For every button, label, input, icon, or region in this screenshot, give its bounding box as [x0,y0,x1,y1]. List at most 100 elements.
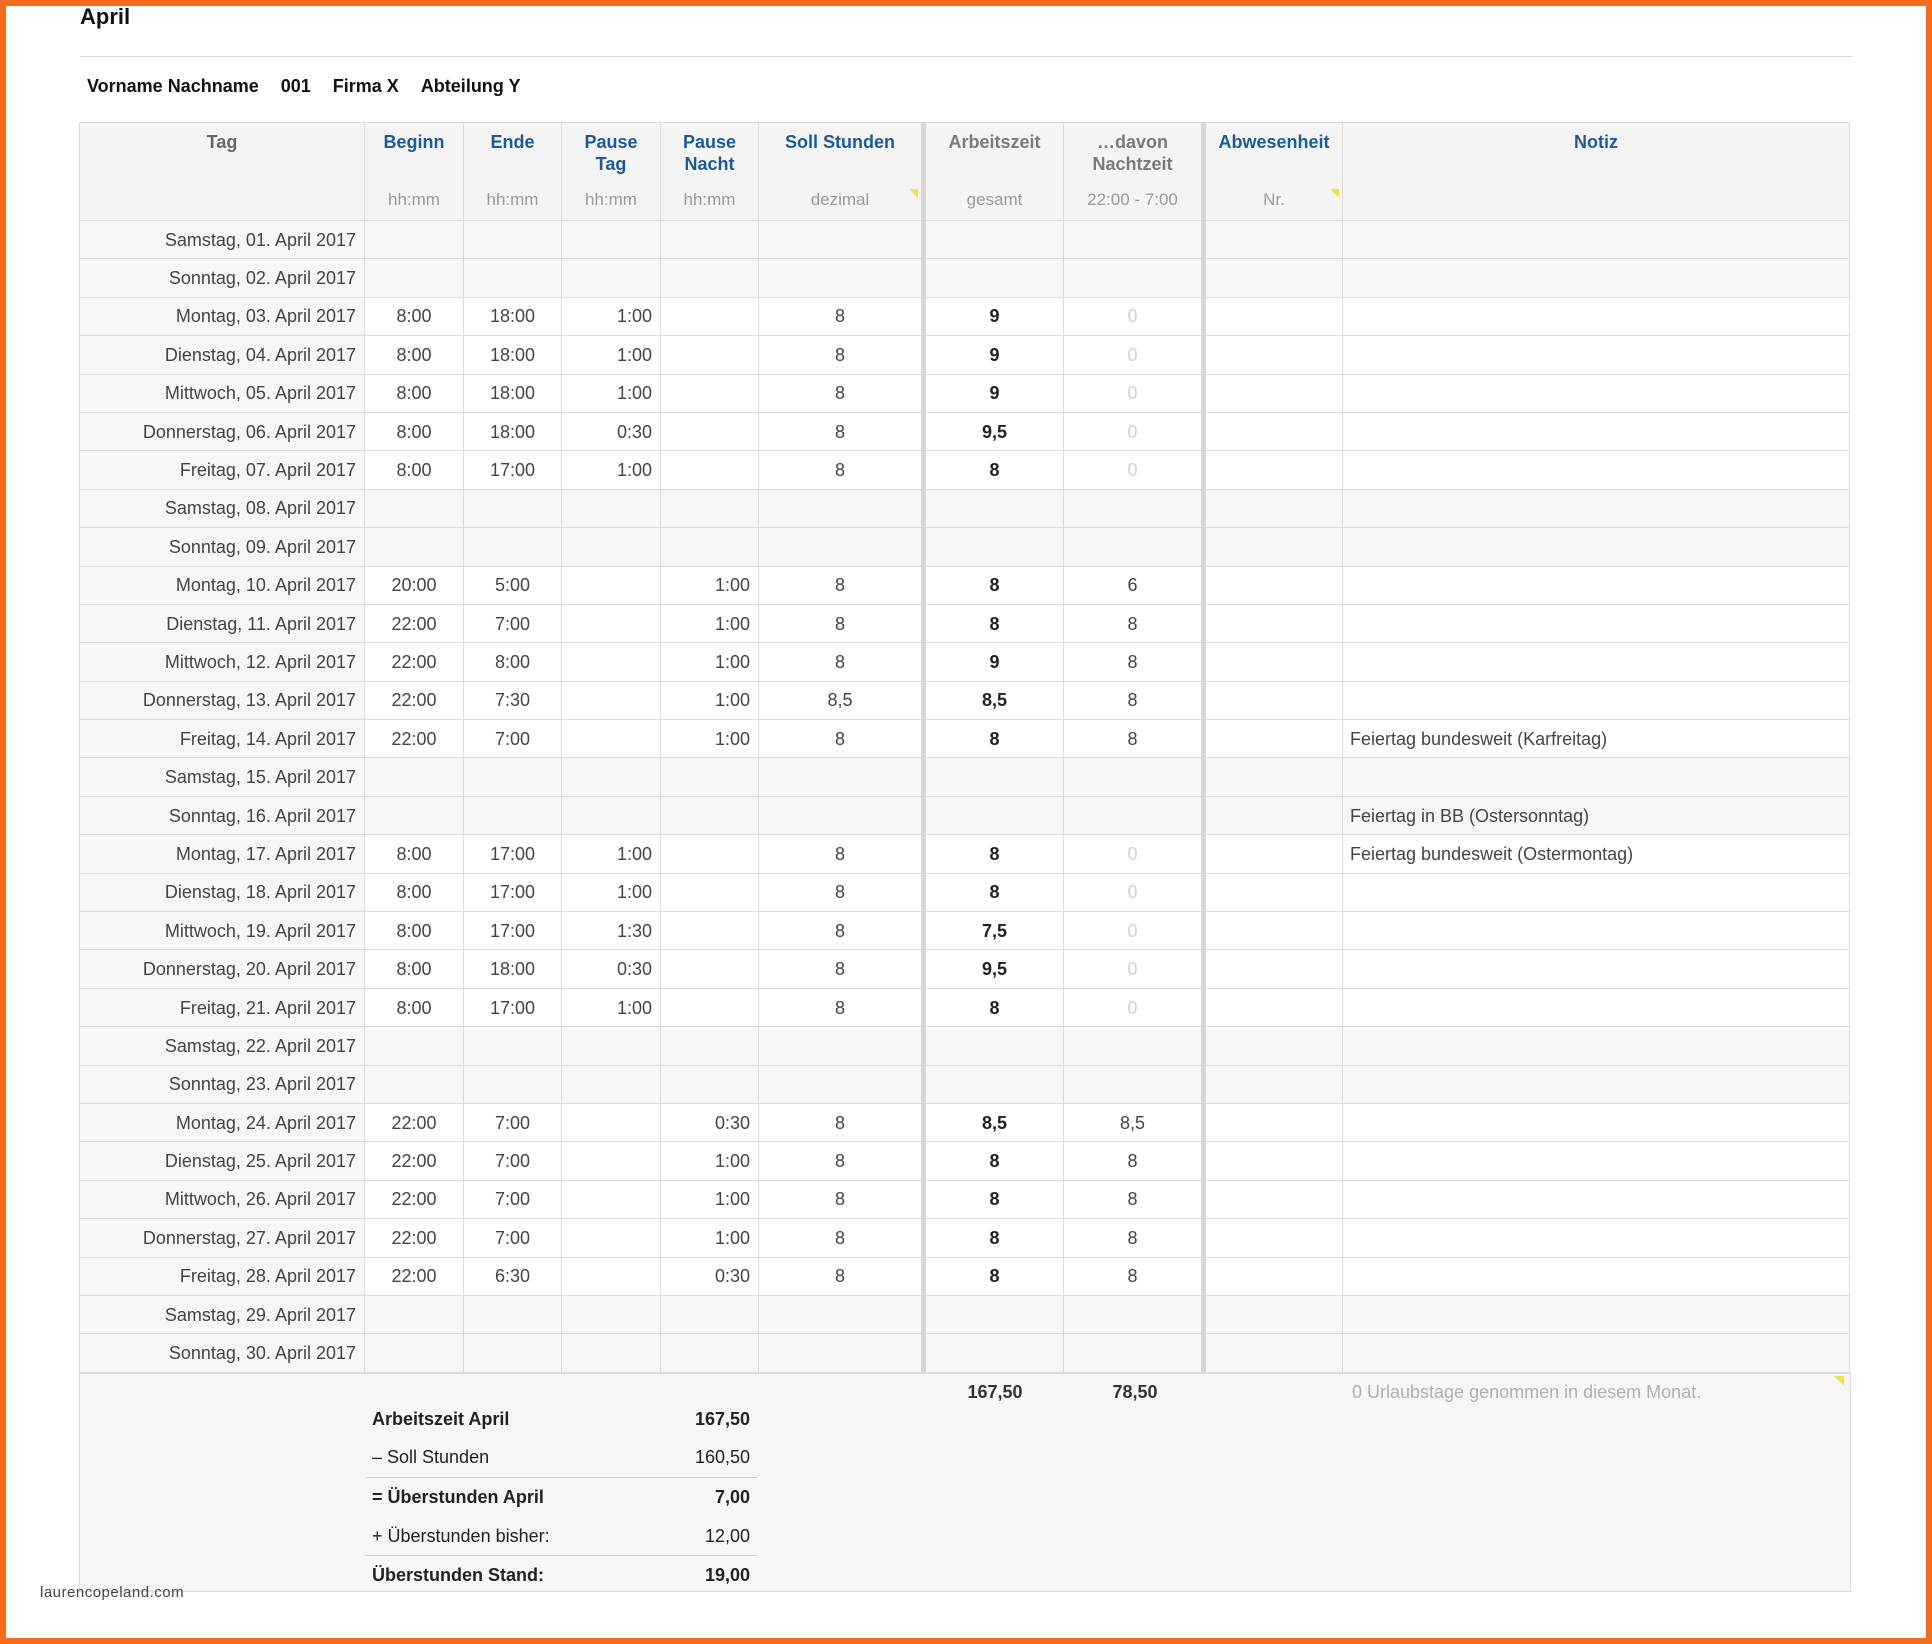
note-cell[interactable] [1342,1102,1850,1143]
pause-night-cell[interactable] [660,1294,759,1335]
day-cell[interactable]: Dienstag, 25. April 2017 [79,1141,365,1181]
end-cell[interactable]: 7:00 [463,1102,562,1143]
note-cell[interactable] [1342,949,1850,989]
target-hours-cell[interactable]: 8 [758,1141,924,1181]
absence-cell[interactable] [1201,1218,1343,1258]
absence-cell[interactable] [1201,834,1343,874]
pause-day-cell[interactable] [561,1064,661,1104]
absence-cell[interactable] [1201,450,1343,490]
target-hours-cell[interactable] [758,795,924,836]
end-cell[interactable] [463,1294,562,1335]
pause-night-cell[interactable] [660,335,759,375]
night-time-cell[interactable]: 0 [1063,335,1204,375]
note-cell[interactable]: Feiertag in BB (Ostersonntag) [1342,795,1850,836]
pause-day-cell[interactable] [561,1294,661,1335]
pause-night-cell[interactable] [660,373,759,413]
work-time-cell[interactable] [921,1064,1064,1104]
pause-night-cell[interactable] [660,296,759,337]
day-cell[interactable]: Dienstag, 18. April 2017 [79,872,365,913]
absence-cell[interactable] [1201,296,1343,337]
begin-cell[interactable]: 8:00 [364,872,464,913]
work-time-cell[interactable]: 8 [921,1179,1064,1220]
pause-night-cell[interactable] [660,219,759,260]
begin-cell[interactable]: 22:00 [364,1141,464,1181]
absence-cell[interactable] [1201,1064,1343,1104]
target-hours-cell[interactable]: 8 [758,1256,924,1296]
absence-cell[interactable] [1201,335,1343,375]
pause-day-cell[interactable] [561,488,661,529]
work-time-cell[interactable]: 9 [921,296,1064,337]
pause-night-cell[interactable]: 1:00 [660,603,759,644]
day-cell[interactable]: Montag, 10. April 2017 [79,565,365,605]
day-cell[interactable]: Sonntag, 16. April 2017 [79,795,365,836]
pause-night-cell[interactable]: 1:00 [660,1179,759,1220]
absence-cell[interactable] [1201,1179,1343,1220]
work-time-cell[interactable] [921,527,1064,567]
begin-cell[interactable] [364,1064,464,1104]
pause-day-cell[interactable] [561,642,661,682]
pause-day-cell[interactable] [561,680,661,721]
pause-night-cell[interactable] [660,834,759,874]
absence-cell[interactable] [1201,411,1343,452]
note-cell[interactable] [1342,219,1850,260]
work-time-cell[interactable] [921,1294,1064,1335]
work-time-cell[interactable]: 7,5 [921,911,1064,951]
note-cell[interactable]: Feiertag bundesweit (Ostermontag) [1342,834,1850,874]
night-time-cell[interactable]: 0 [1063,373,1204,413]
begin-cell[interactable]: 8:00 [364,834,464,874]
night-time-cell[interactable]: 8 [1063,1179,1204,1220]
note-cell[interactable] [1342,872,1850,913]
begin-cell[interactable] [364,527,464,567]
note-cell[interactable] [1342,1294,1850,1335]
day-cell[interactable]: Donnerstag, 13. April 2017 [79,680,365,721]
night-time-cell[interactable]: 0 [1063,949,1204,989]
pause-day-cell[interactable] [561,565,661,605]
target-hours-cell[interactable]: 8 [758,603,924,644]
absence-cell[interactable] [1201,1102,1343,1143]
pause-night-cell[interactable]: 0:30 [660,1102,759,1143]
target-hours-cell[interactable] [758,488,924,529]
end-cell[interactable]: 17:00 [463,834,562,874]
day-cell[interactable]: Freitag, 28. April 2017 [79,1256,365,1296]
work-time-cell[interactable] [921,1333,1064,1373]
note-cell[interactable] [1342,411,1850,452]
target-hours-cell[interactable]: 8 [758,411,924,452]
work-time-cell[interactable]: 9,5 [921,411,1064,452]
day-cell[interactable]: Donnerstag, 06. April 2017 [79,411,365,452]
pause-night-cell[interactable] [660,987,759,1028]
pause-day-cell[interactable]: 0:30 [561,949,661,989]
end-cell[interactable] [463,1026,562,1066]
absence-cell[interactable] [1201,949,1343,989]
target-hours-cell[interactable] [758,527,924,567]
day-cell[interactable]: Mittwoch, 12. April 2017 [79,642,365,682]
night-time-cell[interactable] [1063,1064,1204,1104]
target-hours-cell[interactable]: 8 [758,834,924,874]
end-cell[interactable] [463,757,562,797]
day-cell[interactable]: Montag, 17. April 2017 [79,834,365,874]
absence-cell[interactable] [1201,603,1343,644]
note-cell[interactable] [1342,1218,1850,1258]
absence-cell[interactable] [1201,565,1343,605]
work-time-cell[interactable]: 8 [921,450,1064,490]
note-cell[interactable] [1342,1064,1850,1104]
note-cell[interactable] [1342,1179,1850,1220]
absence-cell[interactable] [1201,258,1343,298]
begin-cell[interactable]: 22:00 [364,1256,464,1296]
day-cell[interactable]: Samstag, 15. April 2017 [79,757,365,797]
pause-night-cell[interactable]: 1:00 [660,719,759,759]
day-cell[interactable]: Donnerstag, 27. April 2017 [79,1218,365,1258]
pause-night-cell[interactable]: 1:00 [660,1218,759,1258]
night-time-cell[interactable]: 8 [1063,642,1204,682]
night-time-cell[interactable]: 8 [1063,1141,1204,1181]
target-hours-cell[interactable] [758,1333,924,1373]
pause-night-cell[interactable] [660,795,759,836]
night-time-cell[interactable]: 8 [1063,719,1204,759]
work-time-cell[interactable] [921,219,1064,260]
absence-cell[interactable] [1201,757,1343,797]
work-time-cell[interactable]: 8 [921,719,1064,759]
pause-day-cell[interactable] [561,795,661,836]
absence-cell[interactable] [1201,795,1343,836]
work-time-cell[interactable] [921,757,1064,797]
target-hours-cell[interactable]: 8 [758,1102,924,1143]
night-time-cell[interactable] [1063,1294,1204,1335]
